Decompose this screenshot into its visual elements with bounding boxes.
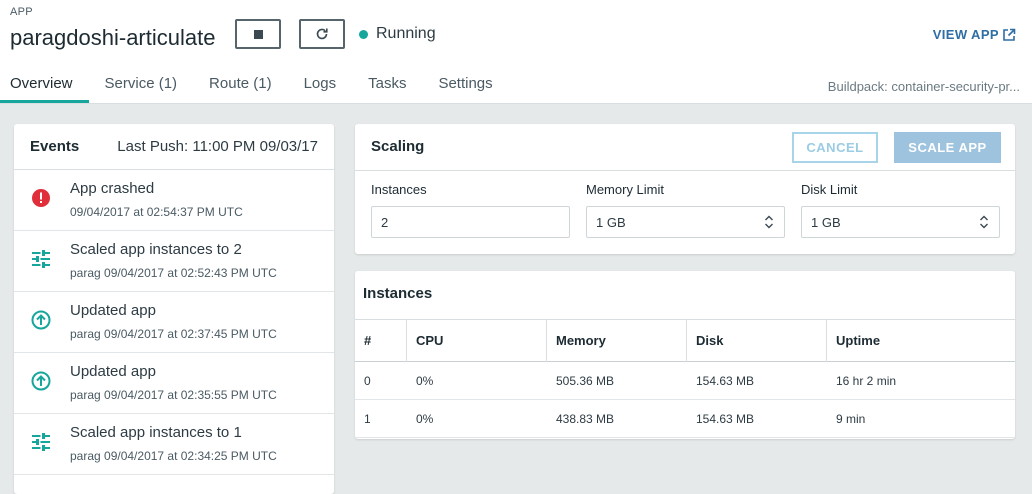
column-header: Disk bbox=[687, 319, 827, 362]
column-header: Memory bbox=[547, 319, 687, 362]
status-dot-icon bbox=[359, 29, 368, 39]
event-title: Scaled app instances to 2 bbox=[70, 241, 242, 258]
table-row: 1 0% 438.83 MB 154.63 MB 9 min bbox=[355, 400, 1015, 438]
event-title: App crashed bbox=[70, 180, 155, 197]
sliders-icon bbox=[32, 250, 50, 268]
instances-label: Instances bbox=[371, 182, 427, 197]
tab-tasks[interactable]: Tasks bbox=[352, 75, 422, 103]
scaling-title: Scaling bbox=[371, 138, 425, 155]
scaling-panel: Scaling CANCEL SCALE APP Instances 2 Mem… bbox=[355, 124, 1015, 254]
app-status: Running bbox=[359, 25, 436, 43]
events-header: Events Last Push: 11:00 PM 09/03/17 bbox=[14, 124, 334, 170]
table-header-row: # CPU Memory Disk Uptime bbox=[355, 319, 1015, 362]
table-cell: 505.36 MB bbox=[556, 373, 615, 388]
stop-button[interactable] bbox=[235, 19, 281, 49]
table-cell: 16 hr 2 min bbox=[836, 373, 897, 388]
instances-value: 2 bbox=[381, 214, 389, 230]
event-meta: parag 09/04/2017 at 02:37:45 PM UTC bbox=[70, 327, 277, 341]
table-cell: 154.63 MB bbox=[696, 411, 755, 426]
external-link-icon bbox=[1003, 28, 1016, 41]
tab-overview[interactable]: Overview bbox=[0, 75, 89, 103]
disk-limit-select[interactable]: 1 GB bbox=[801, 206, 1000, 238]
view-app-link[interactable]: VIEW APP bbox=[933, 27, 1016, 42]
event-meta: 09/04/2017 at 02:54:37 PM UTC bbox=[70, 205, 243, 219]
event-item: Updated app parag 09/04/2017 at 02:37:45… bbox=[14, 292, 334, 353]
chevron-up-down-icon bbox=[765, 215, 773, 229]
event-item: Scaled app instances to 2 parag 09/04/20… bbox=[14, 231, 334, 292]
upload-arrow-icon bbox=[31, 310, 51, 330]
event-meta: parag 09/04/2017 at 02:35:55 PM UTC bbox=[70, 388, 277, 402]
table-cell: 0% bbox=[416, 373, 434, 388]
tab-service[interactable]: Service (1) bbox=[89, 75, 194, 103]
event-title: Updated app bbox=[70, 363, 156, 380]
memory-limit-value: 1 GB bbox=[596, 214, 626, 230]
error-icon bbox=[32, 189, 50, 207]
memory-limit-select[interactable]: 1 GB bbox=[586, 206, 785, 238]
app-name: paragdoshi-articulate bbox=[10, 25, 216, 50]
table-cell: 0% bbox=[416, 411, 434, 426]
instances-input[interactable]: 2 bbox=[371, 206, 570, 238]
instances-panel: Instances # CPU Memory Disk Uptime 0 0% … bbox=[355, 271, 1015, 439]
event-item: App crashed 09/04/2017 at 02:54:37 PM UT… bbox=[14, 170, 334, 231]
disk-limit-label: Disk Limit bbox=[801, 182, 858, 197]
restart-button[interactable] bbox=[299, 19, 345, 49]
table-cell: 438.83 MB bbox=[556, 411, 615, 426]
event-title: Updated app bbox=[70, 302, 156, 319]
column-header: # bbox=[355, 319, 407, 362]
tab-bar: Overview Service (1) Route (1) Logs Task… bbox=[0, 75, 509, 103]
stop-icon bbox=[253, 29, 263, 39]
disk-limit-value: 1 GB bbox=[811, 214, 841, 230]
table-row: 0 0% 505.36 MB 154.63 MB 16 hr 2 min bbox=[355, 362, 1015, 400]
chevron-up-down-icon bbox=[980, 215, 988, 229]
table-cell: 154.63 MB bbox=[696, 373, 755, 388]
events-title: Events bbox=[30, 138, 80, 155]
app-header: APP paragdoshi-articulate Running VIEW A… bbox=[0, 0, 1032, 104]
upload-arrow-icon bbox=[31, 371, 51, 391]
scale-app-button[interactable]: SCALE APP bbox=[894, 132, 1001, 163]
table-cell: 9 min bbox=[836, 411, 866, 426]
sliders-icon bbox=[32, 433, 50, 451]
tab-settings[interactable]: Settings bbox=[422, 75, 508, 103]
tab-route[interactable]: Route (1) bbox=[193, 75, 288, 103]
table-cell: 0 bbox=[364, 373, 371, 388]
table-cell: 1 bbox=[364, 411, 371, 426]
restart-icon bbox=[316, 28, 328, 40]
event-meta: parag 09/04/2017 at 02:34:25 PM UTC bbox=[70, 449, 277, 463]
column-header: Uptime bbox=[836, 333, 881, 348]
event-item: Scaled app instances to 1 parag 09/04/20… bbox=[14, 414, 334, 475]
event-title: Scaled app instances to 1 bbox=[70, 424, 242, 441]
event-meta: parag 09/04/2017 at 02:52:43 PM UTC bbox=[70, 266, 277, 280]
view-app-label: VIEW APP bbox=[932, 27, 999, 42]
buildpack-info: Buildpack: container-security-pr... bbox=[827, 79, 1020, 94]
column-header: CPU bbox=[407, 319, 547, 362]
status-text: Running bbox=[376, 25, 436, 42]
instances-title: Instances bbox=[363, 285, 433, 302]
memory-limit-label: Memory Limit bbox=[586, 182, 665, 197]
instances-table: # CPU Memory Disk Uptime 0 0% 505.36 MB … bbox=[355, 319, 1015, 438]
app-label: APP bbox=[10, 6, 33, 18]
events-panel: Events Last Push: 11:00 PM 09/03/17 App … bbox=[14, 124, 334, 494]
last-push: Last Push: 11:00 PM 09/03/17 bbox=[117, 138, 318, 155]
scaling-header: Scaling CANCEL SCALE APP bbox=[355, 124, 1015, 171]
cancel-button[interactable]: CANCEL bbox=[792, 132, 878, 163]
tab-logs[interactable]: Logs bbox=[288, 75, 353, 103]
event-item: Updated app parag 09/04/2017 at 02:35:55… bbox=[14, 353, 334, 414]
